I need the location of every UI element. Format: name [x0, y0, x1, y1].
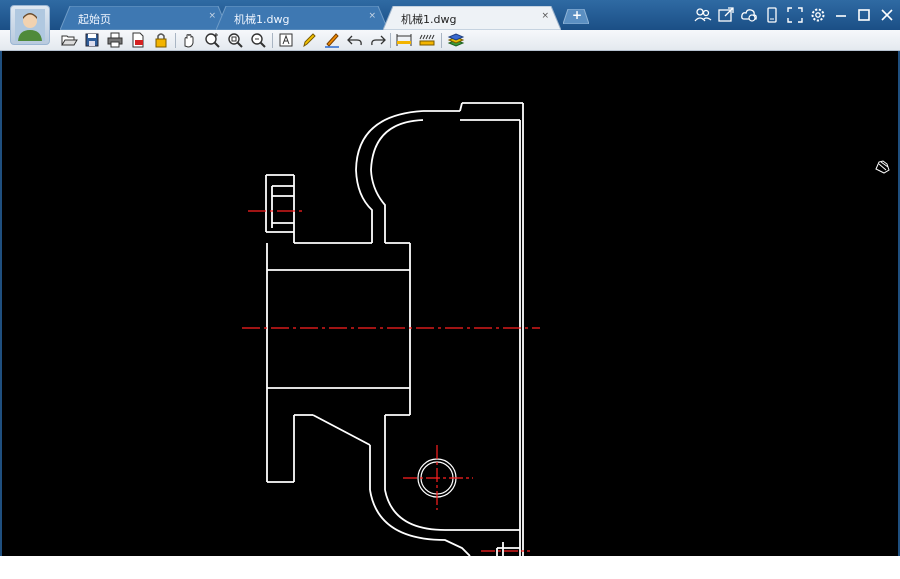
zoom-icon[interactable]	[203, 31, 221, 49]
tab-close-button[interactable]: ×	[368, 11, 376, 21]
mobile-icon[interactable]	[763, 6, 781, 24]
pdf-export-icon[interactable]	[129, 31, 147, 49]
print-icon[interactable]	[106, 31, 124, 49]
plus-icon: +	[572, 8, 583, 22]
open-icon[interactable]	[60, 31, 78, 49]
tab-drawing-2-active[interactable]: 机械1.dwg ×	[383, 6, 561, 30]
tab-label: 机械1.dwg	[401, 13, 457, 26]
drawing-canvas[interactable]	[2, 51, 898, 557]
hand-cursor-icon	[875, 160, 890, 174]
maximize-icon[interactable]	[855, 6, 873, 24]
zoom-realtime-icon[interactable]	[249, 31, 267, 49]
toolbar-separator	[441, 33, 442, 48]
tab-label: 起始页	[78, 13, 111, 26]
toolbar-separator	[272, 33, 273, 48]
users-icon[interactable]	[694, 6, 712, 24]
undo-icon[interactable]	[346, 31, 364, 49]
layers-icon[interactable]	[447, 31, 465, 49]
toolbar-separator	[175, 33, 176, 48]
status-bar	[0, 556, 900, 579]
settings-icon[interactable]	[809, 6, 827, 24]
avatar-icon	[15, 9, 45, 41]
fullscreen-icon[interactable]	[786, 6, 804, 24]
minimize-icon[interactable]	[832, 6, 850, 24]
zoom-window-icon[interactable]	[226, 31, 244, 49]
lock-icon[interactable]	[152, 31, 170, 49]
tab-drawing-1[interactable]: 机械1.dwg ×	[216, 6, 388, 30]
user-avatar[interactable]	[10, 5, 50, 45]
toolbar	[0, 30, 900, 51]
new-tab-button[interactable]: +	[563, 8, 589, 24]
text-icon[interactable]	[277, 31, 295, 49]
cad-drawing[interactable]	[2, 51, 898, 557]
tab-close-button[interactable]: ×	[541, 11, 549, 21]
tab-start-page[interactable]: 起始页 ×	[60, 6, 228, 30]
markup-pen-icon[interactable]	[323, 31, 341, 49]
redo-icon[interactable]	[369, 31, 387, 49]
toolbar-separator	[390, 33, 391, 48]
pencil-icon[interactable]	[300, 31, 318, 49]
close-icon[interactable]	[878, 6, 896, 24]
measure-icon[interactable]	[395, 31, 413, 49]
save-icon[interactable]	[83, 31, 101, 49]
tab-label: 机械1.dwg	[234, 13, 290, 26]
pan-icon[interactable]	[180, 31, 198, 49]
dimension-icon[interactable]	[418, 31, 436, 49]
tab-close-button[interactable]: ×	[208, 11, 216, 21]
share-icon[interactable]	[717, 6, 735, 24]
cloud-icon[interactable]	[740, 6, 758, 24]
